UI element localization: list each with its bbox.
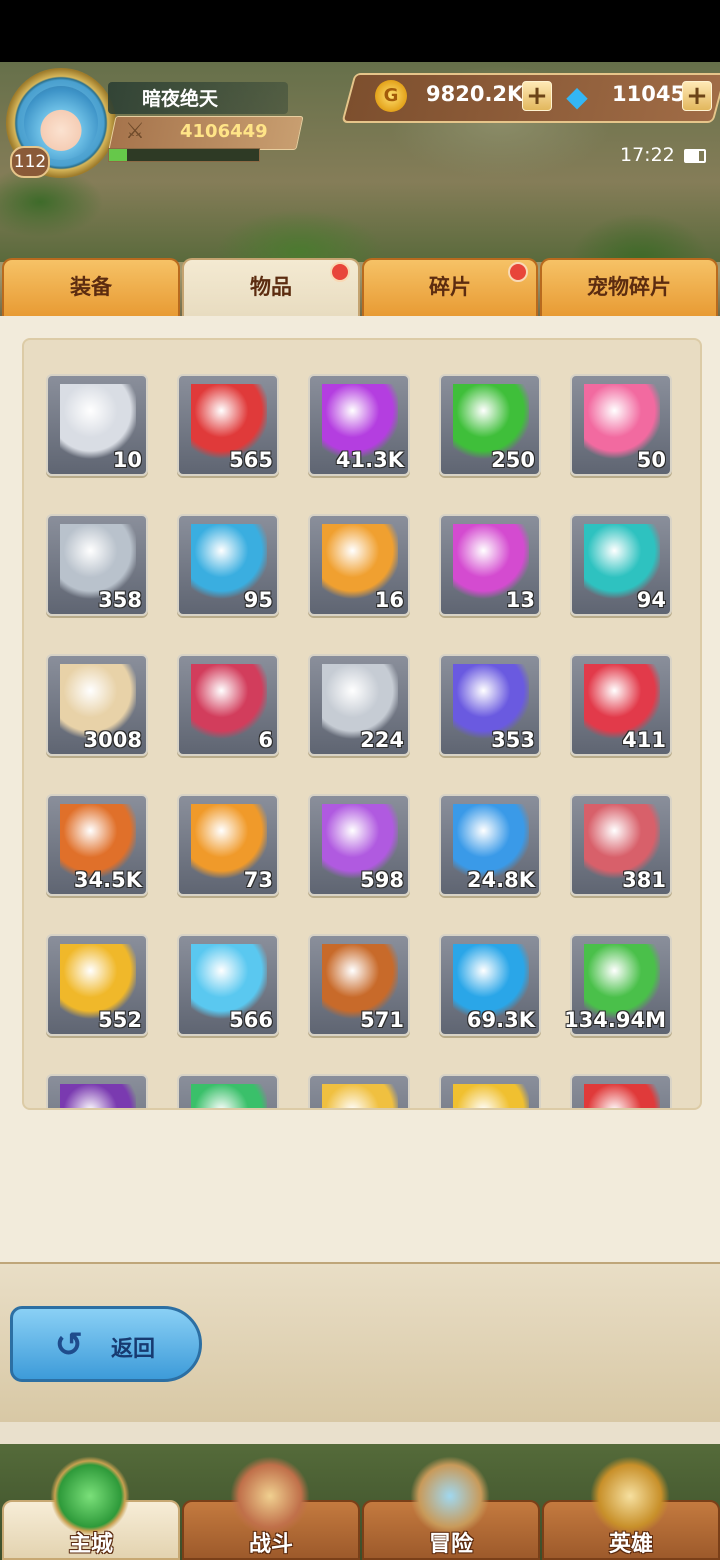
item-slot[interactable]: 565 xyxy=(177,374,279,476)
coin-icon: G xyxy=(375,80,407,112)
nav-battle-label: 战斗 xyxy=(248,1532,293,1557)
item-grid-container[interactable]: 10 565 41.3K 250 50 358 95 16 13 94 3008 6 224 353 411… xyxy=(22,338,702,1110)
item-quantity: 598 xyxy=(360,868,404,892)
item-slot[interactable]: 95 xyxy=(177,514,279,616)
item-slot[interactable]: 24.8K xyxy=(439,794,541,896)
green-gem-icon xyxy=(191,1084,267,1108)
tab-equipment[interactable]: 装备 xyxy=(2,258,180,316)
gold-amount: 9820.2K xyxy=(426,82,524,106)
item-slot[interactable]: 134.94M xyxy=(564,934,672,1036)
item-quantity: 13 xyxy=(505,588,535,612)
item-quantity: 94 xyxy=(636,588,666,612)
crossed-swords-icon xyxy=(230,1456,310,1536)
item-slot[interactable] xyxy=(177,1074,279,1108)
inventory-tabs: 装备 物品 碎片 宠物碎片 xyxy=(0,258,720,316)
item-slot[interactable]: 10 xyxy=(46,374,148,476)
item-quantity: 571 xyxy=(360,1008,404,1032)
item-quantity: 134.94M xyxy=(564,1008,666,1032)
diamond-icon: ◆ xyxy=(566,80,588,113)
item-quantity: 95 xyxy=(243,588,273,612)
nav-hero-label: 英雄 xyxy=(608,1532,653,1557)
add-gold-button[interactable]: + xyxy=(522,81,552,111)
item-quantity: 69.3K xyxy=(466,1008,535,1032)
item-slot[interactable]: 16 xyxy=(308,514,410,616)
item-slot[interactable]: 571 xyxy=(308,934,410,1036)
exp-fill xyxy=(109,149,127,161)
item-slot[interactable]: 34.5K xyxy=(46,794,148,896)
item-quantity: 3008 xyxy=(83,728,142,752)
item-slot[interactable]: 6 xyxy=(177,654,279,756)
item-slot[interactable]: 411 xyxy=(570,654,672,756)
item-quantity: 411 xyxy=(622,728,666,752)
add-diamond-button[interactable]: + xyxy=(682,81,712,111)
player-level-badge: 112 xyxy=(10,146,50,178)
item-quantity: 16 xyxy=(374,588,404,612)
player-name: 暗夜绝天 xyxy=(142,88,219,110)
item-slot[interactable]: 353 xyxy=(439,654,541,756)
diamond-amount: 11045 xyxy=(612,82,686,106)
item-slot[interactable]: 41.3K xyxy=(308,374,410,476)
back-arrow-icon: ↺ xyxy=(54,1325,84,1365)
item-slot[interactable]: 69.3K xyxy=(439,934,541,1036)
nav-main-city-label: 主城 xyxy=(68,1532,113,1557)
battery-icon xyxy=(684,149,706,163)
item-slot[interactable] xyxy=(570,1074,672,1108)
item-slot[interactable]: 13 xyxy=(439,514,541,616)
item-slot[interactable]: 566 xyxy=(177,934,279,1036)
tab-pet-fragments[interactable]: 宠物碎片 xyxy=(540,258,718,316)
fragments-badge-dot xyxy=(508,262,528,282)
red-heart-icon xyxy=(584,1084,660,1108)
item-quantity: 10 xyxy=(112,448,142,472)
item-slot[interactable]: 358 xyxy=(46,514,148,616)
crossed-swords-icon: ⚔ xyxy=(125,119,145,144)
item-quantity: 50 xyxy=(636,448,666,472)
items-badge-dot xyxy=(330,262,350,282)
item-quantity: 41.3K xyxy=(335,448,404,472)
item-slot[interactable]: 94 xyxy=(570,514,672,616)
castle-icon xyxy=(50,1456,130,1536)
yellow-gem-icon xyxy=(322,1084,398,1108)
item-quantity: 250 xyxy=(491,448,535,472)
back-button-label: 返回 xyxy=(111,1337,156,1362)
item-slot[interactable]: 381 xyxy=(570,794,672,896)
item-quantity: 565 xyxy=(229,448,273,472)
combat-power: 4106449 xyxy=(180,121,268,142)
item-quantity: 24.8K xyxy=(466,868,535,892)
item-slot[interactable]: 598 xyxy=(308,794,410,896)
clock: 17:22 xyxy=(620,144,675,166)
red-rune-stone-icon xyxy=(191,664,267,740)
item-slot[interactable]: 250 xyxy=(439,374,541,476)
witch-hat-icon xyxy=(60,1084,136,1108)
nav-adventure-label: 冒险 xyxy=(428,1532,473,1557)
hero-helmet-icon xyxy=(590,1456,670,1536)
item-quantity: 358 xyxy=(98,588,142,612)
item-quantity: 353 xyxy=(491,728,535,752)
item-quantity: 566 xyxy=(229,1008,273,1032)
item-slot[interactable]: 3008 xyxy=(46,654,148,756)
item-quantity: 73 xyxy=(243,868,273,892)
item-slot[interactable]: 552 xyxy=(46,934,148,1036)
item-quantity: 34.5K xyxy=(73,868,142,892)
gold-bar-icon xyxy=(453,1084,529,1108)
item-quantity: 224 xyxy=(360,728,404,752)
item-slot[interactable] xyxy=(308,1074,410,1108)
item-quantity: 381 xyxy=(622,868,666,892)
item-slot[interactable] xyxy=(46,1074,148,1108)
item-slot[interactable]: 73 xyxy=(177,794,279,896)
item-slot[interactable]: 50 xyxy=(570,374,672,476)
item-slot[interactable]: 224 xyxy=(308,654,410,756)
item-quantity: 552 xyxy=(98,1008,142,1032)
item-quantity: 6 xyxy=(258,728,273,752)
back-button[interactable]: ↺ 返回 xyxy=(10,1306,202,1382)
exp-bar xyxy=(108,148,260,162)
item-slot[interactable] xyxy=(439,1074,541,1108)
adventure-icon xyxy=(410,1456,490,1536)
